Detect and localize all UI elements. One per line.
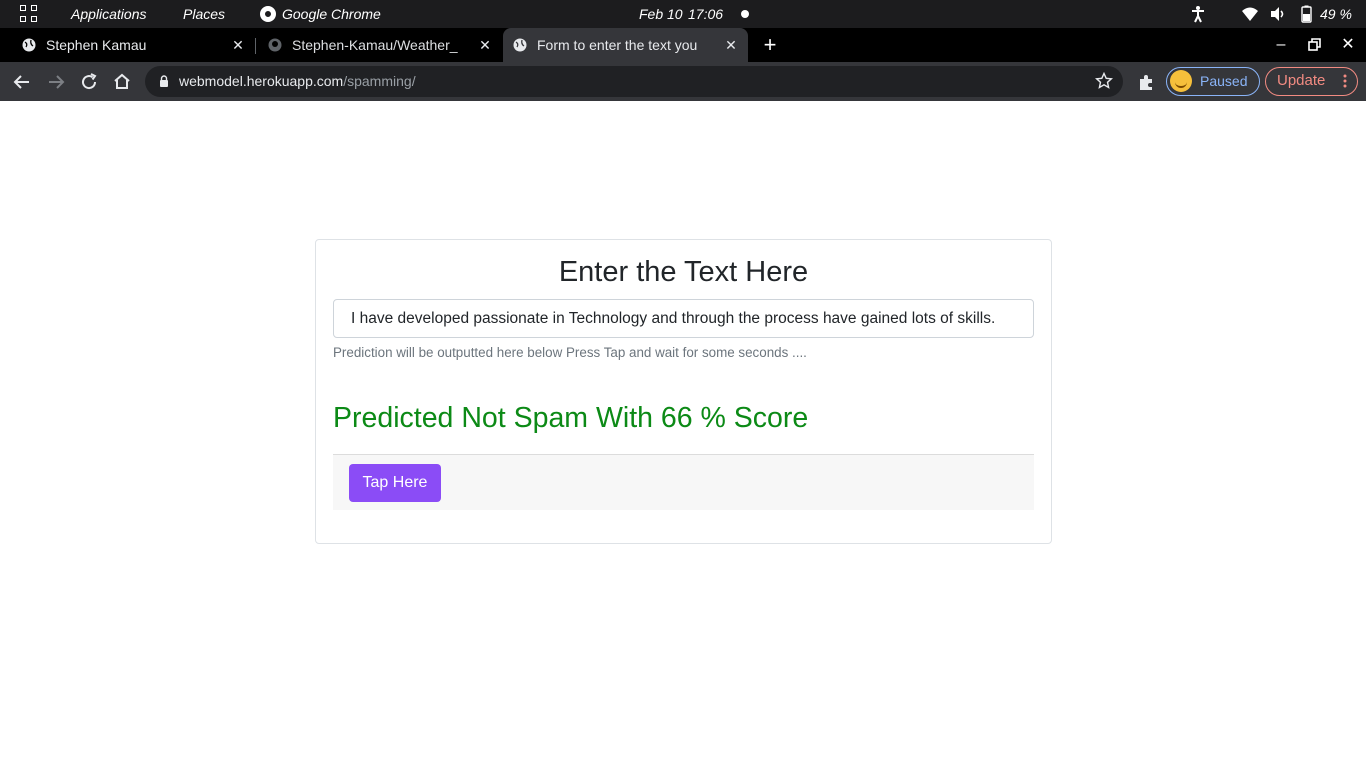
lock-icon[interactable]: [159, 75, 169, 87]
url-host: webmodel.herokuapp.com: [179, 73, 344, 89]
restore-icon[interactable]: [1304, 35, 1324, 55]
tab-close-icon[interactable]: ✕: [723, 37, 739, 53]
close-window-icon[interactable]: ✕: [1338, 35, 1358, 55]
wifi-icon[interactable]: [1241, 5, 1259, 23]
profile-status-label: Paused: [1200, 73, 1248, 89]
url-path: /spamming/: [343, 73, 416, 89]
applications-menu[interactable]: Applications: [71, 0, 147, 28]
tab-title: Stephen Kamau: [46, 37, 147, 53]
help-text: Prediction will be outputted here below …: [333, 345, 807, 360]
back-icon[interactable]: [10, 70, 34, 94]
tab-spam-form[interactable]: Form to enter the text you ✕: [503, 28, 748, 62]
clock-time[interactable]: 17:06: [688, 0, 723, 28]
tab-title: Form to enter the text you: [537, 37, 698, 53]
app-grid-icon[interactable]: [20, 5, 38, 23]
bookmark-star-icon[interactable]: [1095, 72, 1113, 90]
prediction-result: Predicted Not Spam With 66 % Score: [333, 402, 809, 434]
home-icon[interactable]: [110, 70, 134, 94]
browser-toolbar: webmodel.herokuapp.com/spamming/ Paused …: [0, 62, 1366, 101]
spam-form-card: Enter the Text Here Prediction will be o…: [315, 239, 1052, 544]
text-input[interactable]: [333, 299, 1034, 338]
avatar: [1170, 70, 1192, 92]
github-icon: [268, 38, 282, 52]
tab-title: Stephen-Kamau/Weather_: [292, 37, 458, 53]
forward-icon[interactable]: [44, 70, 68, 94]
globe-icon: [22, 38, 36, 52]
tab-separator: [255, 38, 256, 54]
tab-github-weather[interactable]: Stephen-Kamau/Weather_ ✕: [258, 28, 502, 62]
reload-icon[interactable]: [77, 70, 101, 94]
accessibility-icon[interactable]: [1189, 5, 1207, 23]
extensions-icon[interactable]: [1138, 73, 1156, 91]
battery-percent: 49 %: [1320, 6, 1352, 22]
tab-strip: Stephen Kamau ✕ Stephen-Kamau/Weather_ ✕…: [0, 28, 1366, 62]
update-label: Update: [1277, 72, 1326, 89]
notification-dot-icon: [741, 10, 749, 18]
globe-icon: [513, 38, 527, 52]
tab-stephen-kamau[interactable]: Stephen Kamau ✕: [12, 28, 256, 62]
profile-button[interactable]: Paused: [1166, 67, 1260, 96]
chrome-icon: [260, 6, 276, 22]
update-button[interactable]: Update: [1265, 67, 1358, 96]
clock-date[interactable]: Feb 10: [639, 0, 683, 28]
form-footer: Tap Here: [333, 454, 1034, 510]
tap-here-button[interactable]: Tap Here: [349, 464, 441, 502]
places-menu[interactable]: Places: [183, 0, 225, 28]
page-title: Enter the Text Here: [558, 256, 809, 288]
url-text[interactable]: webmodel.herokuapp.com/spamming/: [179, 66, 416, 97]
minimize-icon[interactable]: –: [1271, 35, 1291, 55]
system-top-bar: Applications Places Google Chrome Feb 10…: [0, 0, 1366, 28]
volume-icon[interactable]: [1269, 5, 1287, 23]
address-bar[interactable]: webmodel.herokuapp.com/spamming/: [145, 66, 1123, 97]
more-menu-icon[interactable]: [1343, 74, 1347, 88]
battery-icon[interactable]: [1298, 5, 1316, 23]
new-tab-icon[interactable]: +: [760, 34, 780, 56]
tab-close-icon[interactable]: ✕: [477, 37, 493, 53]
tab-close-icon[interactable]: ✕: [230, 37, 246, 53]
active-app-menu[interactable]: Google Chrome: [282, 0, 381, 28]
